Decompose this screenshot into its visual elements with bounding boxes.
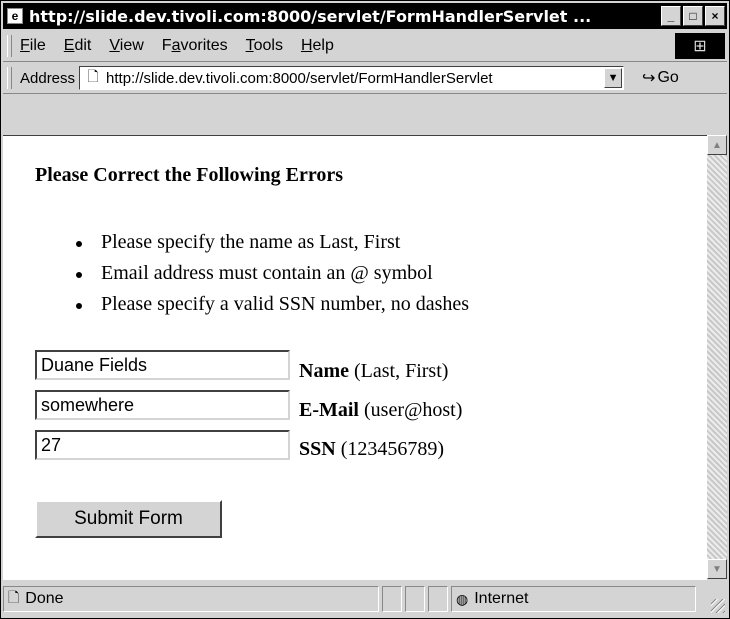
close-button[interactable]: × bbox=[705, 6, 725, 26]
address-dropdown-button[interactable]: ▼ bbox=[604, 68, 623, 88]
menu-favorites[interactable]: Favorites bbox=[162, 37, 228, 55]
ssn-label: SSN bbox=[299, 438, 336, 460]
toolbar-grip[interactable] bbox=[7, 35, 12, 57]
email-field[interactable] bbox=[35, 390, 290, 420]
menu-file[interactable]: File bbox=[20, 37, 46, 55]
vertical-scrollbar[interactable]: ▲ ▼ bbox=[707, 135, 727, 579]
go-arrow-icon: ↪ bbox=[642, 70, 656, 87]
maximize-button[interactable]: □ bbox=[683, 6, 703, 26]
submit-form-button[interactable]: Submit Form bbox=[35, 500, 222, 538]
status-text: Done bbox=[25, 590, 64, 607]
name-label: Name bbox=[299, 360, 349, 382]
ssn-field-label: SSN (123456789) bbox=[299, 438, 444, 461]
email-hint: (user@host) bbox=[364, 399, 463, 421]
status-zone-text: Internet bbox=[474, 590, 529, 607]
name-field[interactable] bbox=[35, 350, 290, 380]
email-label: E-Mail bbox=[299, 399, 359, 421]
scroll-up-button[interactable]: ▲ bbox=[707, 135, 727, 155]
menu-help[interactable]: Help bbox=[301, 37, 334, 55]
ie-page-icon: 🗋 bbox=[8, 589, 20, 605]
ssn-hint: (123456789) bbox=[340, 438, 445, 460]
status-pane bbox=[428, 586, 448, 612]
title-bar: e http://slide.dev.tivoli.com:8000/servl… bbox=[3, 3, 727, 29]
window-title: http://slide.dev.tivoli.com:8000/servlet… bbox=[29, 6, 592, 26]
address-label: Address bbox=[20, 69, 76, 87]
ie-page-icon: 🗋 bbox=[87, 68, 99, 84]
status-pane bbox=[405, 586, 425, 612]
address-field[interactable]: 🗋 http://slide.dev.tivoli.com:8000/servl… bbox=[79, 66, 625, 90]
windows-logo-icon: ⊞ bbox=[675, 33, 725, 59]
menu-view[interactable]: View bbox=[109, 37, 143, 55]
ssn-field[interactable] bbox=[35, 430, 290, 460]
status-zone: ◍ Internet bbox=[451, 586, 696, 612]
menu-edit[interactable]: Edit bbox=[64, 37, 92, 55]
status-main: 🗋 Done bbox=[3, 586, 379, 612]
error-list: Please specify the name as Last, First E… bbox=[76, 229, 469, 322]
status-bar: 🗋 Done ◍ Internet bbox=[3, 583, 727, 615]
address-bar: Address 🗋 http://slide.dev.tivoli.com:80… bbox=[3, 63, 727, 94]
window-controls: _ □ × bbox=[659, 6, 725, 26]
globe-icon: ◍ bbox=[456, 590, 469, 607]
address-url[interactable]: http://slide.dev.tivoli.com:8000/servlet… bbox=[106, 70, 604, 87]
name-field-label: Name (Last, First) bbox=[299, 360, 448, 383]
list-item: Please specify the name as Last, First bbox=[76, 229, 469, 260]
menu-bar: File Edit View Favorites Tools Help ⊞ bbox=[3, 31, 727, 62]
browser-window: e http://slide.dev.tivoli.com:8000/servl… bbox=[0, 0, 730, 619]
status-pane bbox=[382, 586, 402, 612]
ie-page-icon: e bbox=[7, 8, 23, 24]
email-field-label: E-Mail (user@host) bbox=[299, 399, 462, 422]
address-grip[interactable] bbox=[7, 67, 12, 89]
list-item: Email address must contain an @ symbol bbox=[76, 260, 469, 291]
go-button[interactable]: ↪ Go bbox=[642, 68, 679, 88]
list-item: Please specify a valid SSN number, no da… bbox=[76, 291, 469, 322]
scroll-down-button[interactable]: ▼ bbox=[707, 559, 727, 579]
page-title: Please Correct the Following Errors bbox=[35, 164, 344, 186]
go-label: Go bbox=[657, 69, 679, 86]
name-hint: (Last, First) bbox=[353, 360, 449, 382]
resize-grip[interactable] bbox=[711, 599, 725, 613]
minimize-button[interactable]: _ bbox=[661, 6, 681, 26]
menu-tools[interactable]: Tools bbox=[246, 37, 283, 55]
